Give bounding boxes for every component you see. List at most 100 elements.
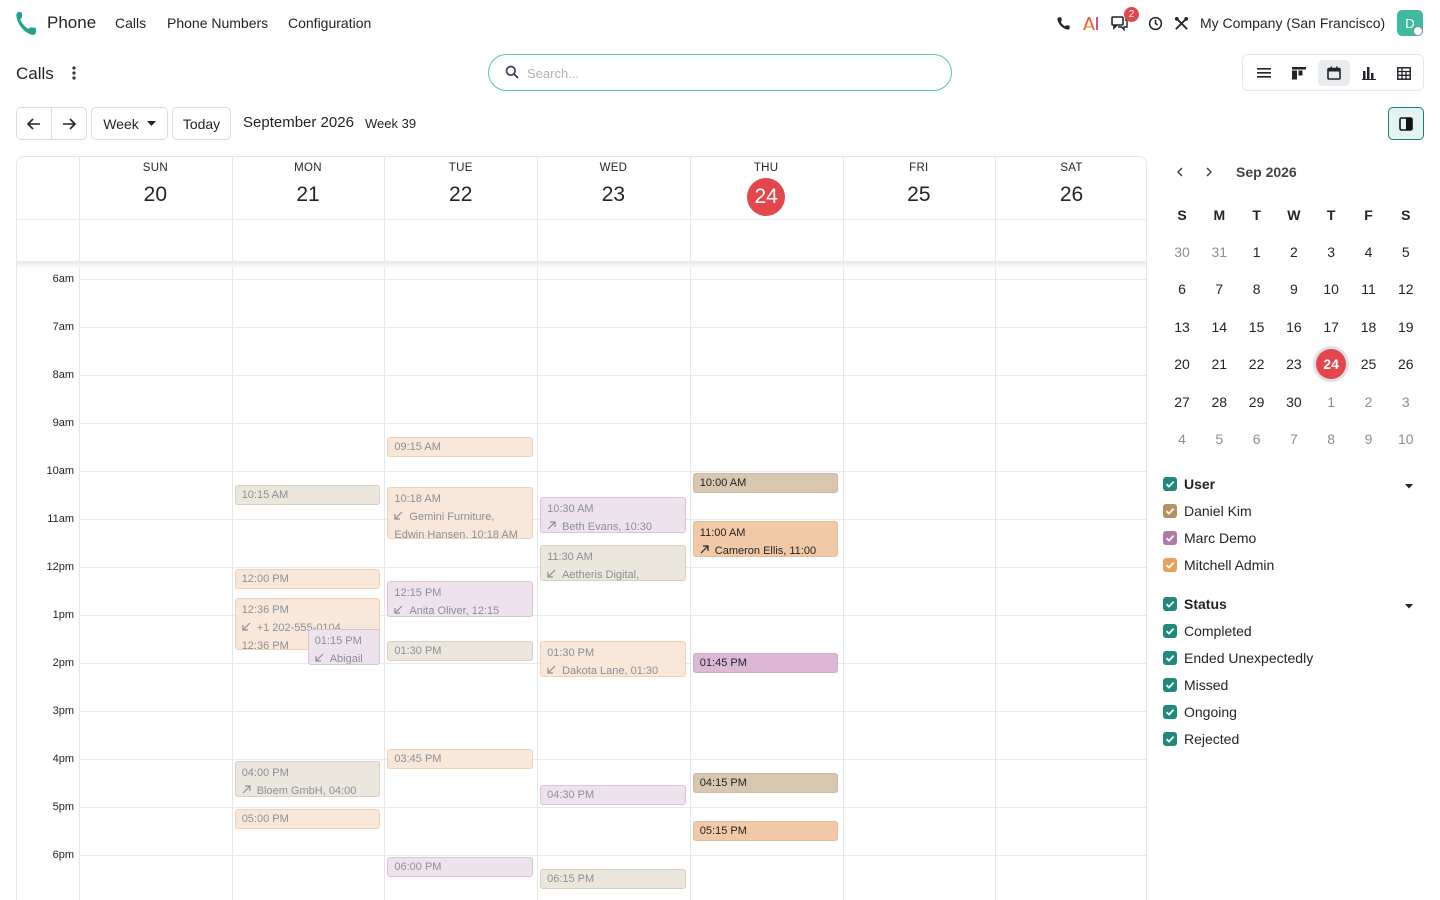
status-filter-item[interactable]: Completed bbox=[1163, 623, 1252, 639]
calendar-event[interactable]: 10:00 AM bbox=[692, 473, 839, 493]
mini-day[interactable]: 17 bbox=[1314, 313, 1348, 341]
mini-day[interactable]: 15 bbox=[1240, 313, 1274, 341]
mini-day[interactable]: 11 bbox=[1352, 275, 1386, 303]
menu-configuration[interactable]: Configuration bbox=[288, 15, 371, 31]
app-name[interactable]: Phone bbox=[47, 13, 96, 33]
day-header[interactable]: MON 21 bbox=[232, 157, 385, 219]
mini-day[interactable]: 9 bbox=[1352, 425, 1386, 453]
menu-phone-numbers[interactable]: Phone Numbers bbox=[167, 15, 268, 31]
status-filter-item[interactable]: Missed bbox=[1163, 677, 1228, 693]
mini-day[interactable]: 7 bbox=[1277, 425, 1311, 453]
calendar-event[interactable]: 05:15 PM bbox=[692, 821, 839, 841]
mini-day[interactable]: 5 bbox=[1389, 238, 1423, 266]
mini-day[interactable]: 1 bbox=[1240, 238, 1274, 266]
calendar-event[interactable]: 01:45 PM bbox=[692, 653, 839, 673]
mini-day[interactable]: 3 bbox=[1314, 238, 1348, 266]
mini-day[interactable]: 3 bbox=[1389, 388, 1423, 416]
calendar-event[interactable]: 01:30 PM bbox=[387, 641, 534, 661]
checkbox[interactable] bbox=[1163, 705, 1177, 719]
mini-day[interactable]: 29 bbox=[1240, 388, 1274, 416]
search-input[interactable] bbox=[527, 63, 927, 83]
checkbox[interactable] bbox=[1163, 624, 1177, 638]
tools-icon[interactable] bbox=[1171, 13, 1191, 33]
mini-day[interactable]: 22 bbox=[1240, 350, 1274, 378]
phone-icon[interactable] bbox=[1053, 13, 1073, 33]
calendar-event[interactable]: 03:45 PM bbox=[387, 749, 534, 769]
day-header[interactable]: SUN 20 bbox=[79, 157, 232, 219]
mini-day[interactable]: 2 bbox=[1277, 238, 1311, 266]
mini-day[interactable]: 28 bbox=[1202, 388, 1236, 416]
calendar-event[interactable]: 05:00 PM bbox=[234, 809, 381, 829]
calendar-event[interactable]: 12:15 PM Anita Oliver, 12:15 bbox=[387, 581, 534, 617]
actions-menu-icon[interactable] bbox=[68, 63, 80, 83]
calendar-event[interactable]: 11:30 AM Aetheris Digital, bbox=[540, 545, 686, 581]
mini-day[interactable]: 31 bbox=[1202, 238, 1236, 266]
mini-day[interactable]: 8 bbox=[1314, 425, 1348, 453]
calendar-event[interactable]: 06:15 PM bbox=[540, 869, 686, 889]
mini-day[interactable]: 7 bbox=[1202, 275, 1236, 303]
mini-day[interactable]: 4 bbox=[1352, 238, 1386, 266]
search-bar[interactable] bbox=[488, 54, 952, 91]
calendar-event[interactable]: 06:00 PM bbox=[387, 857, 534, 877]
day-header[interactable]: WED 23 bbox=[537, 157, 690, 219]
side-panel-toggle-icon[interactable] bbox=[1388, 107, 1424, 140]
mini-day[interactable]: 21 bbox=[1202, 350, 1236, 378]
calendar-event[interactable]: 10:18 AM Gemini Furniture, Edwin Hansen, 1… bbox=[387, 487, 534, 540]
mini-day-today[interactable]: 24 bbox=[1316, 349, 1347, 380]
calendar-event[interactable]: 10:15 AM bbox=[234, 485, 381, 505]
mini-day[interactable]: 14 bbox=[1202, 313, 1236, 341]
company-switcher[interactable]: My Company (San Francisco) bbox=[1200, 15, 1385, 31]
mini-day[interactable]: 10 bbox=[1389, 425, 1423, 453]
mini-day[interactable]: 30 bbox=[1277, 388, 1311, 416]
phone-app-logo-icon[interactable] bbox=[14, 9, 38, 37]
mini-day[interactable]: 4 bbox=[1165, 425, 1199, 453]
mini-day[interactable]: 10 bbox=[1314, 275, 1348, 303]
status-filter-item[interactable]: Ongoing bbox=[1163, 704, 1237, 720]
calendar-event[interactable]: 10:30 AM Beth Evans, 10:30 bbox=[540, 497, 686, 533]
mini-day[interactable]: 19 bbox=[1389, 313, 1423, 341]
mini-day[interactable]: 5 bbox=[1202, 425, 1236, 453]
mini-day[interactable]: 26 bbox=[1389, 350, 1423, 378]
caret-down-icon[interactable] bbox=[1403, 600, 1415, 612]
scale-dropdown[interactable]: Week bbox=[91, 107, 168, 140]
day-header[interactable]: TUE 22 bbox=[384, 157, 537, 219]
calendar-event[interactable]: 01:30 PM Dakota Lane, 01:30 bbox=[540, 641, 686, 677]
mini-day[interactable]: 8 bbox=[1240, 275, 1274, 303]
prev-button[interactable] bbox=[16, 107, 52, 140]
kanban-view-icon[interactable] bbox=[1283, 60, 1315, 86]
ai-icon[interactable] bbox=[1081, 13, 1101, 33]
calendar-event[interactable]: 12:00 PM bbox=[234, 569, 381, 589]
graph-view-icon[interactable] bbox=[1353, 60, 1385, 86]
status-filter-header[interactable]: Status bbox=[1163, 596, 1227, 612]
menu-calls[interactable]: Calls bbox=[115, 15, 146, 31]
checkbox[interactable] bbox=[1163, 558, 1177, 572]
next-button[interactable] bbox=[51, 107, 87, 140]
calendar-event[interactable]: 09:15 AM bbox=[387, 437, 534, 457]
calendar-event[interactable]: 04:15 PM bbox=[692, 773, 839, 793]
mini-day[interactable]: 9 bbox=[1277, 275, 1311, 303]
checkbox[interactable] bbox=[1163, 651, 1177, 665]
checkbox[interactable] bbox=[1163, 531, 1177, 545]
checkbox[interactable] bbox=[1163, 597, 1177, 611]
mini-day[interactable]: 20 bbox=[1165, 350, 1199, 378]
calendar-event[interactable]: 04:30 PM bbox=[540, 785, 686, 805]
checkbox[interactable] bbox=[1163, 504, 1177, 518]
calendar-event[interactable]: 01:15 PM Abigail bbox=[307, 629, 381, 665]
mini-day[interactable]: 30 bbox=[1165, 238, 1199, 266]
mini-day[interactable]: 6 bbox=[1240, 425, 1274, 453]
status-filter-item[interactable]: Ended Unexpectedly bbox=[1163, 650, 1313, 666]
list-view-icon[interactable] bbox=[1248, 60, 1280, 86]
user-filter-item[interactable]: Marc Demo bbox=[1163, 530, 1256, 546]
user-filter-item[interactable]: Daniel Kim bbox=[1163, 503, 1252, 519]
mini-day[interactable]: 16 bbox=[1277, 313, 1311, 341]
mini-day[interactable]: 25 bbox=[1352, 350, 1386, 378]
mini-day[interactable]: 1 bbox=[1314, 388, 1348, 416]
mini-next-icon[interactable] bbox=[1201, 163, 1217, 181]
status-filter-item[interactable]: Rejected bbox=[1163, 731, 1239, 747]
user-filter-header[interactable]: User bbox=[1163, 476, 1215, 492]
calendar-event[interactable]: 04:00 PM Bloem GmbH, 04:00 bbox=[234, 761, 381, 797]
checkbox[interactable] bbox=[1163, 732, 1177, 746]
mini-day[interactable]: 18 bbox=[1352, 313, 1386, 341]
mini-day[interactable]: 27 bbox=[1165, 388, 1199, 416]
mini-day[interactable]: 6 bbox=[1165, 275, 1199, 303]
